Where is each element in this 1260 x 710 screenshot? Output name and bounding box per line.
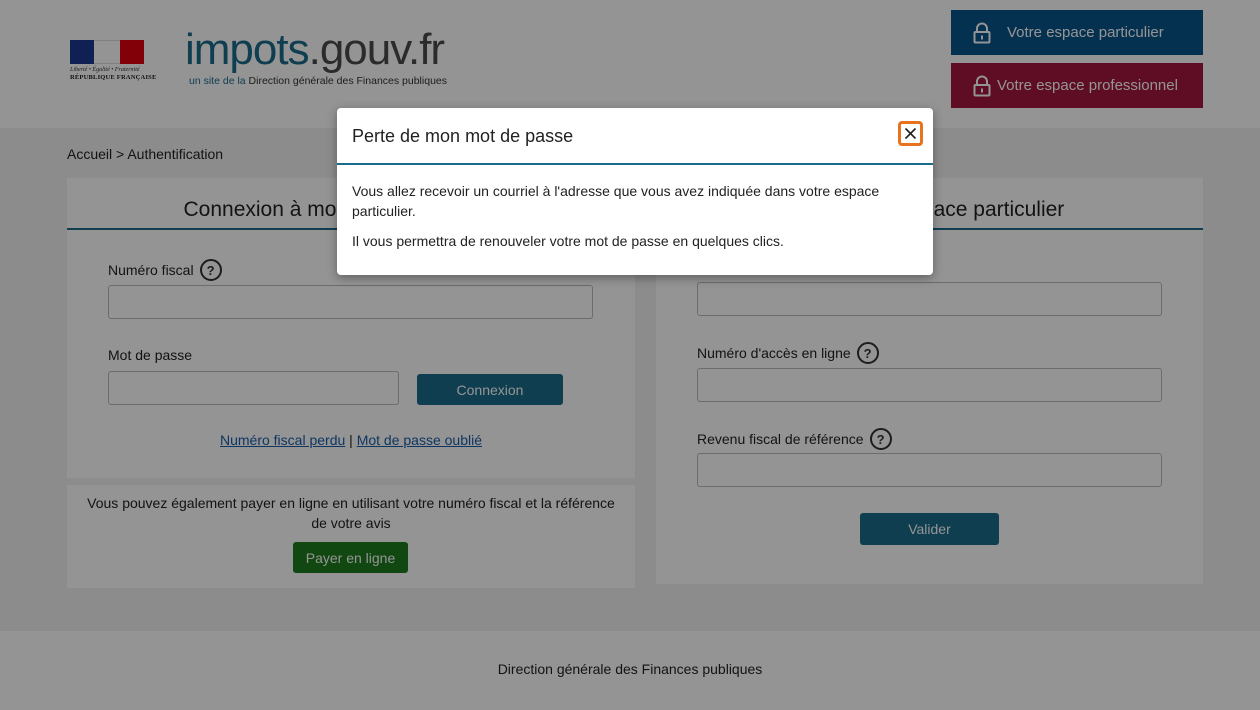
dialog-header: Perte de mon mot de passe [337,108,933,165]
modal-backdrop[interactable] [0,0,1260,710]
dialog-paragraph-1: Vous allez recevoir un courriel à l'adre… [352,183,880,219]
dialog-title: Perte de mon mot de passe [352,126,574,146]
dialog-close-button[interactable] [898,121,923,146]
password-loss-dialog: Perte de mon mot de passe Vous allez rec… [337,108,933,275]
dialog-body: Vous allez recevoir un courriel à l'adre… [352,181,922,251]
close-icon [904,127,917,140]
dialog-paragraph-2: Il vous permettra de renouveler votre mo… [352,233,784,249]
